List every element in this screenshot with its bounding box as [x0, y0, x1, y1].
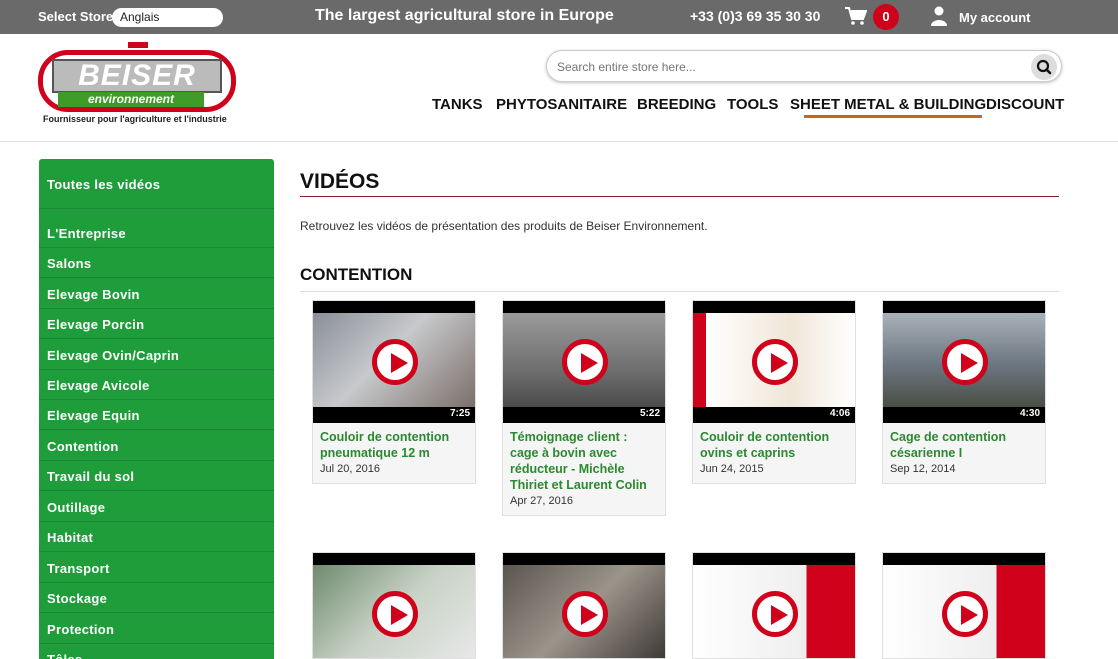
user-icon[interactable]: [930, 6, 948, 26]
video-card[interactable]: [312, 552, 476, 659]
nav-active-underline: [804, 115, 982, 118]
cart-icon[interactable]: [845, 7, 867, 25]
video-thumbnail[interactable]: [503, 553, 665, 658]
sidebar-item-elevage-equin[interactable]: Elevage Equin: [39, 400, 274, 430]
sidebar-item-elevage-avicole[interactable]: Elevage Avicole: [39, 370, 274, 400]
sidebar-item-salons[interactable]: Salons: [39, 248, 274, 278]
sidebar-item-protection[interactable]: Protection: [39, 614, 274, 644]
video-duration: 4:30: [1019, 408, 1040, 419]
video-card[interactable]: 4:30 Cage de contention césarienne I Sep…: [882, 300, 1046, 484]
video-thumbnail[interactable]: [883, 553, 1045, 658]
play-icon[interactable]: [942, 339, 988, 385]
video-duration: 5:22: [639, 408, 660, 419]
video-thumbnail[interactable]: 4:30: [883, 301, 1045, 423]
store-select[interactable]: Anglais: [112, 8, 223, 27]
sidebar-item-travail-du-sol[interactable]: Travail du sol: [39, 461, 274, 491]
header: BEISER environnement Fournisseur pour l'…: [0, 34, 1118, 142]
sidebar-item-elevage-porcin[interactable]: Elevage Porcin: [39, 309, 274, 339]
sidebar-item-habitat[interactable]: Habitat: [39, 522, 274, 552]
phone-number[interactable]: +33 (0)3 69 35 30 30: [690, 8, 820, 24]
play-icon[interactable]: [752, 591, 798, 637]
play-icon[interactable]: [942, 591, 988, 637]
video-card[interactable]: 4:06 Couloir de contention ovins et capr…: [692, 300, 856, 484]
title-divider: [300, 196, 1059, 197]
nav-discount[interactable]: DISCOUNT: [986, 96, 1064, 120]
sidebar-item-elevage-ovin-caprin[interactable]: Elevage Ovin/Caprin: [39, 340, 274, 370]
sidebar-item-all-videos[interactable]: Toutes les vidéos: [39, 169, 274, 209]
video-date: Apr 27, 2016: [510, 495, 573, 507]
sidebar-item-stockage[interactable]: Stockage: [39, 583, 274, 613]
sidebar-item-contention[interactable]: Contention: [39, 431, 274, 461]
top-bar: Select Store Anglais The largest agricul…: [0, 0, 1118, 34]
play-icon[interactable]: [372, 339, 418, 385]
beiser-logo[interactable]: BEISER environnement Fournisseur pour l'…: [38, 42, 238, 124]
video-date: Jul 20, 2016: [320, 463, 380, 475]
section-title: CONTENTION: [300, 265, 413, 284]
page-intro: Retrouvez les vidéos de présentation des…: [300, 219, 708, 233]
video-thumbnail[interactable]: [313, 553, 475, 658]
nav-phytosanitaire[interactable]: PHYTOSANITAIRE: [496, 96, 627, 120]
play-icon[interactable]: [562, 591, 608, 637]
search-icon: [1036, 59, 1052, 75]
section-divider: [300, 291, 1059, 292]
play-icon[interactable]: [372, 591, 418, 637]
video-card[interactable]: [692, 552, 856, 659]
video-title[interactable]: Témoignage client : cage à bovin avec ré…: [503, 423, 665, 493]
play-icon[interactable]: [562, 339, 608, 385]
logo-top-bar: [128, 42, 148, 48]
video-card[interactable]: [882, 552, 1046, 659]
video-duration: 4:06: [829, 408, 850, 419]
nav-tools[interactable]: TOOLS: [727, 96, 778, 120]
logo-subtitle: environnement: [58, 92, 204, 107]
video-date: Sep 12, 2014: [890, 463, 956, 475]
video-thumbnail[interactable]: 7:25: [313, 301, 475, 423]
video-duration: 7:25: [449, 408, 470, 419]
video-title[interactable]: Couloir de contention pneumatique 12 m: [313, 423, 475, 461]
store-label: Select Store: [38, 9, 114, 24]
nav-tanks[interactable]: TANKS: [432, 96, 483, 120]
video-title[interactable]: Couloir de contention ovins et caprins: [693, 423, 855, 461]
sidebar: Toutes les vidéos L'Entreprise Salons El…: [39, 159, 274, 659]
sidebar-item-toles[interactable]: Tôles: [39, 644, 274, 659]
video-date: Jun 24, 2015: [700, 463, 764, 475]
video-card[interactable]: [502, 552, 666, 659]
my-account-link[interactable]: My account: [959, 10, 1031, 25]
nav-breeding[interactable]: BREEDING: [637, 96, 716, 120]
page-title: VIDÉOS: [300, 170, 380, 193]
video-thumbnail[interactable]: [693, 553, 855, 658]
video-thumbnail[interactable]: 5:22: [503, 301, 665, 423]
sidebar-item-elevage-bovin[interactable]: Elevage Bovin: [39, 279, 274, 309]
cart-count-badge[interactable]: 0: [873, 4, 899, 30]
sidebar-item-entreprise[interactable]: L'Entreprise: [39, 218, 274, 248]
video-title[interactable]: Cage de contention césarienne I: [883, 423, 1045, 461]
search-input[interactable]: [557, 57, 1017, 77]
search-button[interactable]: [1031, 54, 1057, 80]
video-thumbnail[interactable]: 4:06: [693, 301, 855, 423]
logo-tagline: Fournisseur pour l'agriculture et l'indu…: [43, 114, 227, 124]
play-icon[interactable]: [752, 339, 798, 385]
search-box: [546, 50, 1062, 82]
store-tagline: The largest agricultural store in Europe: [315, 7, 614, 24]
logo-name: BEISER: [52, 59, 222, 93]
sidebar-item-transport[interactable]: Transport: [39, 553, 274, 583]
video-card[interactable]: 5:22 Témoignage client : cage à bovin av…: [502, 300, 666, 516]
video-card[interactable]: 7:25 Couloir de contention pneumatique 1…: [312, 300, 476, 484]
sidebar-item-outillage[interactable]: Outillage: [39, 492, 274, 522]
